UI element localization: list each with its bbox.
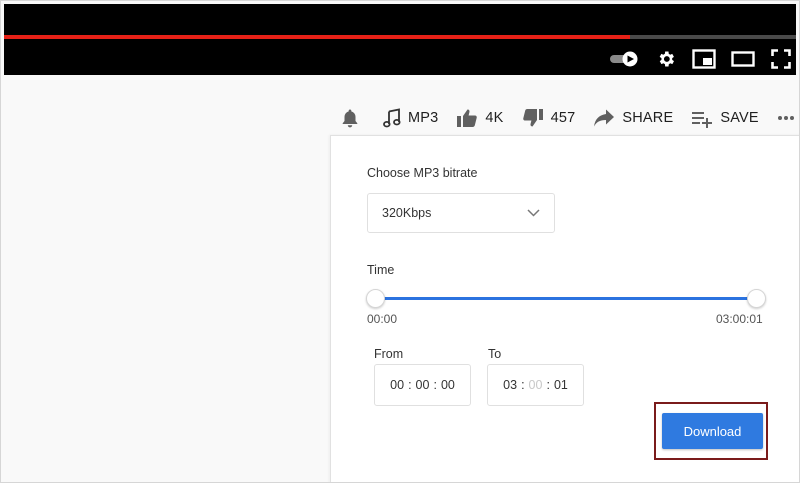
range-end-handle[interactable] [747,289,766,308]
range-start-handle[interactable] [366,289,385,308]
from-seconds[interactable]: 00 [441,378,455,392]
to-hours[interactable]: 03 [503,378,517,392]
progress-bar[interactable] [4,35,796,39]
like-button[interactable]: 4K [456,108,503,128]
page-frame: MP3 4K 457 SHARE SAVE Choose MP3 bitrate… [0,0,800,483]
bitrate-select[interactable]: 320Kbps [367,193,555,233]
theater-mode-icon[interactable] [730,48,756,70]
time-range-slider[interactable] [366,289,766,308]
bitrate-value: 320Kbps [382,206,432,220]
from-hours[interactable]: 00 [390,378,404,392]
notification-button[interactable] [341,108,359,128]
mp3-label: MP3 [408,110,439,126]
chevron-down-icon [527,204,540,222]
time-range-fill [375,297,757,300]
settings-gear-icon[interactable] [654,48,678,70]
share-arrow-icon [593,108,615,128]
save-button[interactable]: SAVE [691,108,759,128]
miniplayer-icon[interactable] [691,48,717,70]
from-time-input[interactable]: 00:00:00 [374,364,471,406]
save-label: SAVE [720,110,759,126]
to-time-input[interactable]: 03:00:01 [487,364,584,406]
range-start-time: 00:00 [367,312,398,326]
video-actions: MP3 4K 457 SHARE SAVE [341,104,795,132]
range-end-time: 03:00:01 [716,312,763,326]
to-seconds[interactable]: 01 [554,378,568,392]
autoplay-toggle-icon[interactable] [607,48,641,70]
playlist-add-icon [691,108,713,128]
to-label: To [488,347,502,361]
thumbs-up-icon [456,108,478,128]
from-minutes[interactable]: 00 [416,378,430,392]
dislike-button[interactable]: 457 [522,108,576,128]
share-button[interactable]: SHARE [593,108,673,128]
music-note-icon [383,108,401,128]
bitrate-label: Choose MP3 bitrate [367,166,478,180]
thumbs-down-icon [522,108,544,128]
video-player[interactable] [4,4,796,75]
share-label: SHARE [622,110,674,126]
like-count: 4K [485,110,504,126]
progress-fill [4,35,630,39]
from-label: From [374,347,404,361]
time-label: Time [367,263,395,277]
to-minutes[interactable]: 00 [529,378,543,392]
dislike-count: 457 [550,110,576,126]
download-button[interactable]: Download [662,413,763,449]
mp3-button[interactable]: MP3 [383,108,438,128]
mp3-options-panel: Choose MP3 bitrate 320Kbps Time 00:00 03… [330,135,799,482]
bell-icon [341,108,359,128]
fullscreen-icon[interactable] [769,48,793,70]
more-actions-button[interactable] [777,115,795,121]
more-dots-icon [777,115,795,121]
